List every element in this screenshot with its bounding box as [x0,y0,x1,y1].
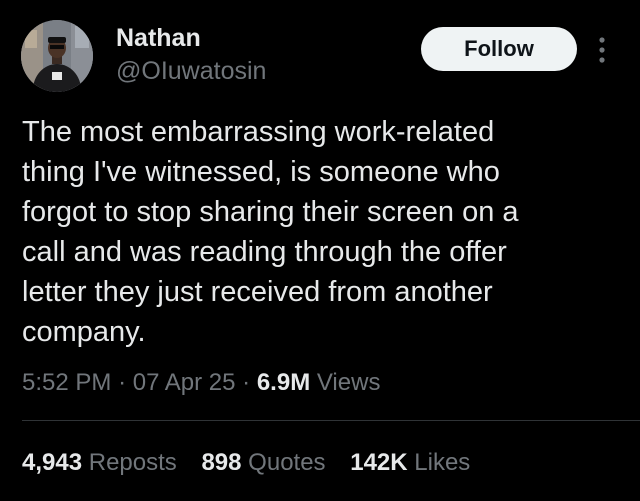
more-vertical-icon[interactable] [596,36,608,64]
meta-separator: · [242,369,251,396]
quotes-count: 898 [201,449,242,476]
reposts-count: 4,943 [22,449,83,476]
follow-button[interactable]: Follow [421,27,577,71]
reposts-stat[interactable]: 4,943 Reposts [22,449,183,476]
reposts-label: Reposts [88,449,177,476]
views-count: 6.9M [256,369,311,396]
likes-label: Likes [414,449,471,476]
avatar-photo [21,20,93,92]
tweet-text: The most embarrassing work-related thing… [22,116,519,348]
quotes-stat[interactable]: 898 Quotes [201,449,332,476]
divider [22,420,640,421]
quotes-label: Quotes [248,449,326,476]
likes-count: 142K [350,449,408,476]
author-name[interactable]: Nathan [116,23,201,53]
tweet-time[interactable]: 5:52 PM [22,369,111,396]
more-vertical-icon-glyph [599,37,605,63]
tweet-date[interactable]: 07 Apr 25 [133,369,236,396]
tweet-meta: 5:52 PM · 07 Apr 25 · 6.9M Views [22,368,380,398]
author-handle[interactable]: @OIuwatosin [116,56,266,86]
views-label: Views [316,369,381,396]
tweet-card: Nathan @OIuwatosin Follow The most embar… [0,0,640,501]
engagement-stats: 4,943 Reposts 898 Quotes 142K Likes [22,448,488,478]
likes-stat[interactable]: 142K Likes [350,449,470,476]
meta-separator: · [118,369,127,396]
avatar[interactable] [21,20,93,92]
